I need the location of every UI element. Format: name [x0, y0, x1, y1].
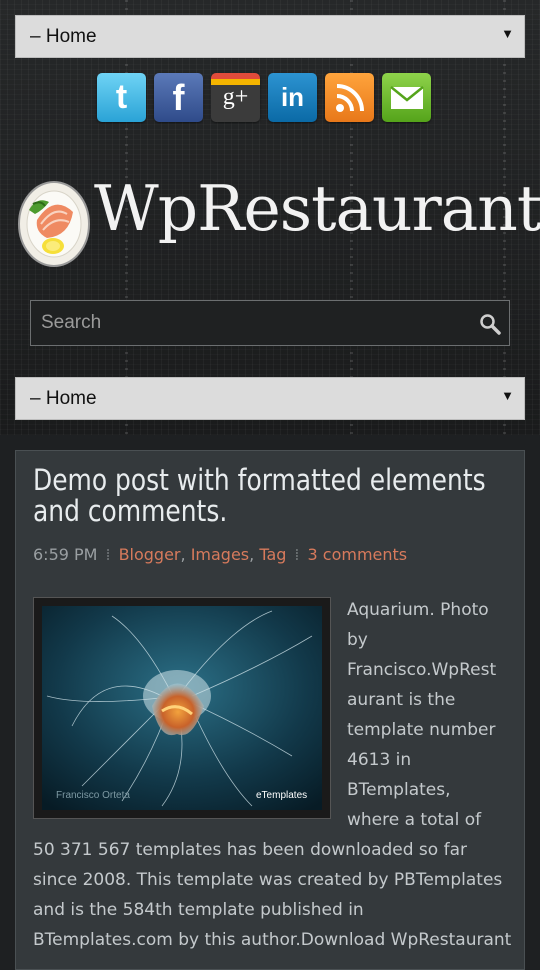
facebook-icon[interactable]: f [154, 73, 203, 122]
bottom-nav-select-value: – Home [30, 387, 97, 409]
post-body-full: 50 371 567 templates has been downloaded… [33, 835, 513, 955]
image-credit: Francisco Orteta [56, 790, 130, 801]
body-line: where a total of [347, 810, 482, 830]
post-image-frame: Francisco Orteta eTemplates [33, 597, 331, 819]
body-line: BTemplates, [347, 780, 451, 800]
meta-separator: ⁞ [294, 545, 300, 564]
blog-post: Demo post with formatted elements and co… [15, 450, 525, 970]
social-icons: t f g+ in [97, 73, 431, 122]
site-title[interactable]: WpRestaurant [94, 172, 540, 245]
twitter-icon[interactable]: t [97, 73, 146, 122]
body-line: since 2008. This template was created by… [33, 870, 503, 890]
bottom-nav-select[interactable]: – Home ▼ [15, 377, 525, 420]
body-line: 4613 in [347, 750, 412, 770]
meta-separator: ⁞ [105, 545, 111, 564]
body-line: aurant is the [347, 690, 456, 710]
label-link-images[interactable]: Images [191, 545, 249, 564]
search-icon[interactable] [479, 313, 501, 341]
search-input[interactable]: Search [30, 300, 510, 346]
post-meta: 6:59 PM ⁞ Blogger, Images, Tag ⁞ 3 comments [33, 545, 408, 564]
dropdown-arrow-icon: ▼ [501, 388, 514, 403]
body-line: template number [347, 720, 496, 740]
linkedin-icon[interactable]: in [268, 73, 317, 122]
comments-link[interactable]: 3 comments [308, 545, 408, 564]
body-line: BTemplates.com by this author.Download W… [33, 930, 512, 950]
body-line: and is the 584th template published in [33, 900, 364, 920]
label-link-blogger[interactable]: Blogger [119, 545, 181, 564]
rss-icon[interactable] [325, 73, 374, 122]
dropdown-arrow-icon: ▼ [501, 26, 514, 41]
jellyfish-image[interactable]: Francisco Orteta eTemplates [42, 606, 322, 810]
restaurant-logo [17, 180, 91, 268]
top-nav-select-value: – Home [30, 25, 97, 47]
post-time: 6:59 PM [33, 545, 98, 564]
search-placeholder: Search [41, 312, 102, 333]
google-plus-icon[interactable]: g+ [211, 73, 260, 122]
image-watermark: eTemplates [256, 790, 307, 801]
label-link-tag[interactable]: Tag [259, 545, 286, 564]
email-icon[interactable] [382, 73, 431, 122]
body-line: by [347, 630, 368, 650]
post-title[interactable]: Demo post with formatted elements and co… [33, 465, 506, 527]
body-line: 50 371 567 templates has been downloaded… [33, 840, 467, 860]
top-nav-select[interactable]: – Home ▼ [15, 15, 525, 58]
post-body-side: Aquarium. Photo by Francisco.WpRest aura… [347, 595, 517, 835]
body-line: Aquarium. Photo [347, 600, 489, 620]
body-line: Francisco.WpRest [347, 660, 497, 680]
